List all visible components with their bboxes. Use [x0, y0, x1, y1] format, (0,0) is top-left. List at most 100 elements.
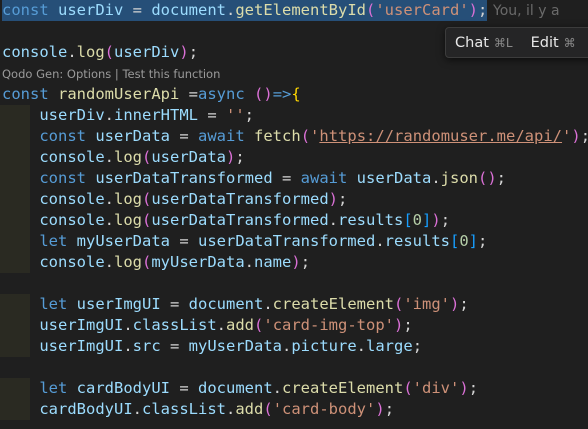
code-token: 'userCard' [375, 1, 469, 19]
code-token: document [188, 295, 264, 313]
code-token: . [104, 190, 114, 208]
code-line[interactable]: userImgUI.src = myUserData.picture.large… [0, 336, 588, 357]
code-token: myUserData [151, 253, 245, 271]
code-token: console [39, 148, 105, 166]
code-line[interactable]: console.log(userDataTransformed); [0, 189, 588, 210]
code-line[interactable]: const userData = await fetch('https://ra… [0, 126, 588, 147]
code-token: console [39, 253, 105, 271]
code-token: ) [226, 148, 236, 166]
code-token: [ [449, 232, 460, 250]
code-token: results [384, 232, 450, 250]
code-token: ; [478, 1, 488, 19]
code-token: ( [263, 400, 273, 418]
code-token: . [431, 169, 441, 187]
code-token: . [104, 211, 114, 229]
qodo-codelens: Qodo Gen: Options | Test this function [2, 66, 220, 82]
code-token: ( [394, 295, 404, 313]
code-token: let [39, 295, 68, 313]
code-token: classList [142, 400, 226, 418]
inline-chat-popup: Chat ⌘L Edit ⌘ [445, 27, 588, 58]
code-token: . [328, 211, 338, 229]
code-token: https://randomuser.me/api/ [319, 127, 563, 145]
code-token: . [123, 337, 133, 355]
code-token: innerHTML [114, 106, 198, 124]
code-token: document [198, 379, 273, 397]
code-line[interactable]: const userDataTransformed = await userDa… [0, 168, 588, 189]
code-text: console.log(myUserData.name); [2, 252, 310, 273]
code-token: add [226, 316, 255, 334]
code-line[interactable]: userDiv.innerHTML = ''; [0, 105, 588, 126]
code-line[interactable]: cardBodyUI.classList.add('card-body'); [0, 399, 588, 420]
code-token: ( [403, 379, 413, 397]
code-token: console [2, 43, 68, 61]
code-token: ( [300, 127, 311, 145]
code-token: createElement [282, 379, 404, 397]
code-text: console.log(userDiv); [2, 42, 198, 63]
code-token: document [151, 1, 226, 19]
code-line[interactable]: let userImgUI = document.createElement('… [0, 294, 588, 315]
code-token: ; [496, 169, 507, 187]
code-token: = [160, 337, 189, 355]
code-token: ' [310, 127, 320, 145]
code-token: async [198, 85, 245, 103]
code-line[interactable]: let myUserData = userDataTransformed.res… [0, 231, 588, 252]
code-line[interactable]: console.log(userData); [0, 147, 588, 168]
code-line[interactable]: console.log(myUserData.name); [0, 252, 588, 273]
code-token: ; [412, 337, 423, 355]
code-token: let [39, 232, 68, 250]
code-token: src [132, 337, 161, 355]
code-token: ( [366, 1, 376, 19]
code-text: console.log(userDataTransformed); [2, 189, 347, 210]
code-token: userData [95, 127, 170, 145]
codelens-test-function-link[interactable]: Test this function [122, 67, 220, 81]
code-text: console.log(userData); [2, 147, 244, 168]
code-line[interactable] [0, 357, 588, 378]
code-token: ] [468, 232, 479, 250]
code-token: = [179, 85, 199, 103]
code-token: . [132, 400, 142, 418]
code-token: ( [142, 190, 152, 208]
code-token: console [39, 190, 105, 208]
code-text: userDiv.innerHTML = ''; [2, 105, 254, 126]
code-token: getElementById [235, 1, 366, 19]
code-token: await [198, 127, 245, 145]
code-editor[interactable]: const userDiv = document.getElementById(… [0, 0, 588, 429]
codelens-options-link[interactable]: Options [67, 67, 111, 81]
code-token: ; [459, 295, 469, 313]
code-token: ( [104, 43, 115, 61]
code-line[interactable]: console.log(userDataTransformed.results[… [0, 210, 588, 231]
code-token: userImgUI [76, 295, 161, 313]
code-token: ( [142, 253, 152, 271]
code-token: . [226, 400, 236, 418]
code-token: picture [291, 337, 357, 355]
code-line[interactable]: userImgUI.classList.add('card-img-top'); [0, 315, 588, 336]
code-token: const [2, 1, 49, 19]
code-token: log [76, 43, 105, 61]
code-token: ) [450, 295, 460, 313]
code-token: userDataTransformed [198, 232, 376, 250]
code-token: . [263, 295, 273, 313]
git-blame-annotation: You, il y a [493, 3, 560, 19]
code-token: cardBodyUI [39, 400, 133, 418]
code-token: myUserData [188, 337, 282, 355]
code-line[interactable]: const randomUserApi =async ()=>{ [0, 84, 588, 105]
edit-button[interactable]: Edit ⌘ [522, 35, 585, 51]
code-token: ; [468, 379, 479, 397]
code-token: log [114, 148, 142, 166]
code-token: . [123, 316, 133, 334]
chat-button[interactable]: Chat ⌘L [446, 35, 522, 51]
code-line[interactable] [0, 273, 588, 294]
code-line[interactable]: let cardBodyUI = document.createElement(… [0, 378, 588, 399]
code-text: userImgUI.classList.add('card-img-top'); [2, 315, 412, 336]
